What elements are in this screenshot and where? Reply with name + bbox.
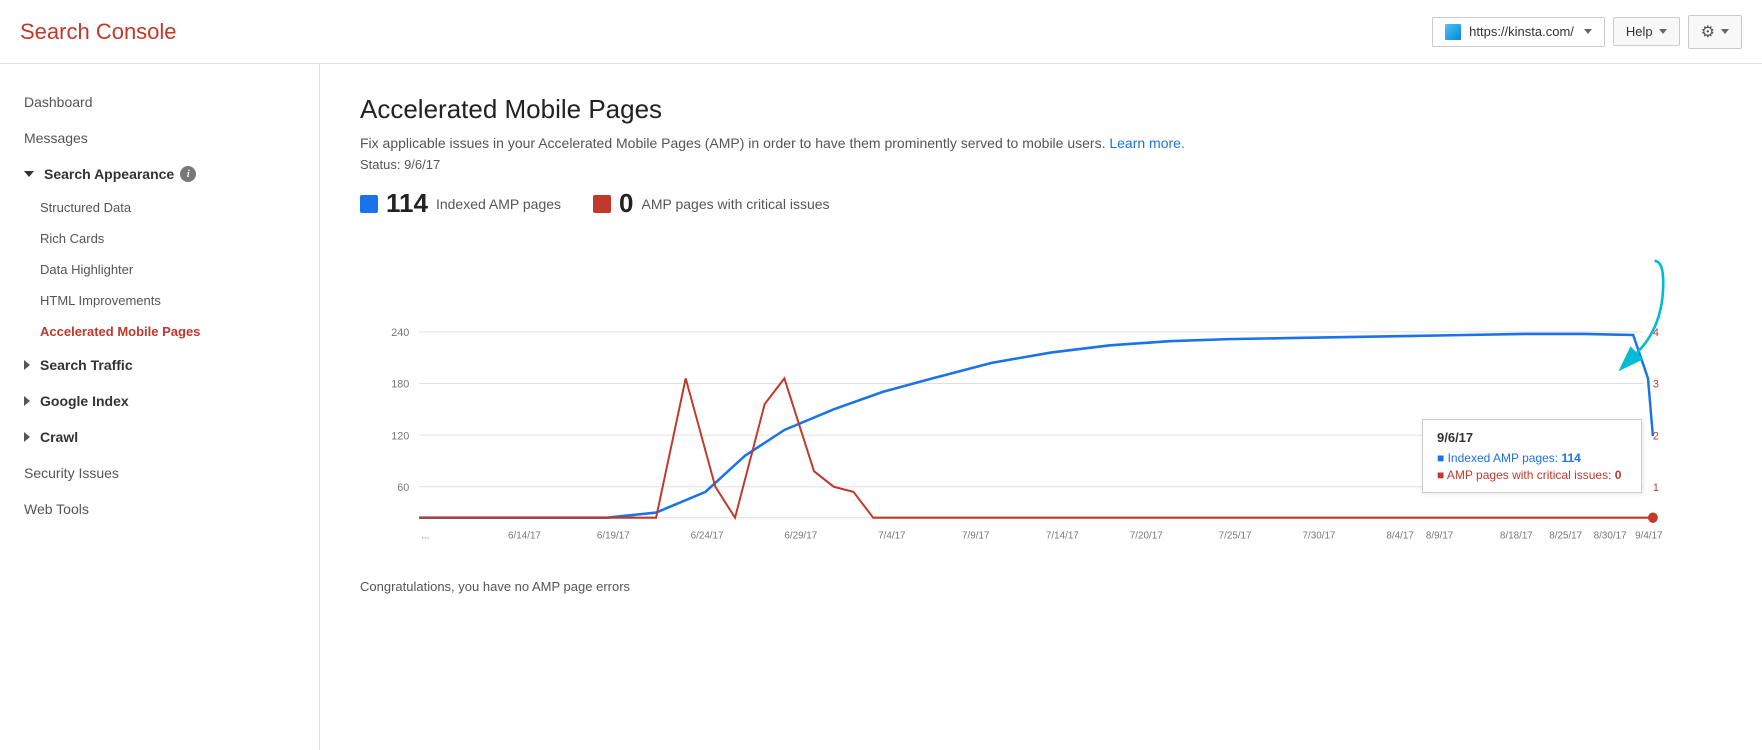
svg-text:3: 3 — [1653, 378, 1659, 390]
chart-svg: 240 180 120 60 1 2 3 4 ... 6/14/17 6/19/… — [360, 239, 1722, 559]
svg-text:...: ... — [421, 530, 429, 541]
svg-text:8/25/17: 8/25/17 — [1549, 530, 1582, 541]
site-selector-button[interactable]: https://kinsta.com/ — [1432, 17, 1605, 47]
info-icon: i — [180, 166, 196, 182]
settings-chevron-icon — [1721, 29, 1729, 34]
chart-container: 240 180 120 60 1 2 3 4 ... 6/14/17 6/19/… — [360, 239, 1722, 559]
svg-text:6/19/17: 6/19/17 — [597, 530, 630, 541]
sidebar-item-data-highlighter[interactable]: Data Highlighter — [0, 254, 319, 285]
tooltip-blue-line: ■ Indexed AMP pages: 114 — [1437, 451, 1627, 465]
svg-text:2: 2 — [1653, 430, 1659, 442]
tooltip-red-text: AMP pages with critical issues: — [1447, 468, 1612, 482]
tooltip-red-line: ■ AMP pages with critical issues: 0 — [1437, 468, 1627, 482]
sidebar-item-structured-data[interactable]: Structured Data — [0, 192, 319, 223]
sidebar-section-google-index[interactable]: Google Index — [0, 383, 319, 419]
site-selector-chevron-icon — [1584, 29, 1592, 34]
sidebar-item-security-issues[interactable]: Security Issues — [0, 455, 319, 491]
indexed-label: Indexed AMP pages — [436, 196, 561, 212]
svg-text:6/29/17: 6/29/17 — [784, 530, 817, 541]
svg-text:6/14/17: 6/14/17 — [508, 530, 541, 541]
svg-text:7/30/17: 7/30/17 — [1303, 530, 1336, 541]
sidebar-item-html-improvements[interactable]: HTML Improvements — [0, 285, 319, 316]
settings-button[interactable]: ⚙ — [1688, 15, 1742, 49]
svg-text:6/24/17: 6/24/17 — [691, 530, 724, 541]
sidebar: Dashboard Messages Search Appearance i S… — [0, 64, 320, 750]
sidebar-item-rich-cards[interactable]: Rich Cards — [0, 223, 319, 254]
help-label: Help — [1626, 24, 1653, 39]
search-appearance-arrow-icon — [24, 171, 34, 177]
sidebar-item-dashboard[interactable]: Dashboard — [0, 84, 319, 120]
teal-arrow-icon — [1602, 249, 1672, 369]
svg-text:180: 180 — [391, 378, 409, 390]
main-content: Accelerated Mobile Pages Fix applicable … — [320, 64, 1762, 750]
legend-item-indexed: 114 Indexed AMP pages — [360, 188, 561, 219]
svg-text:9/4/17: 9/4/17 — [1635, 530, 1663, 541]
svg-text:8/9/17: 8/9/17 — [1426, 530, 1454, 541]
indexed-count: 114 — [386, 188, 428, 219]
sidebar-item-amp[interactable]: Accelerated Mobile Pages — [0, 316, 319, 347]
crawl-arrow-icon — [24, 432, 30, 442]
critical-label: AMP pages with critical issues — [641, 196, 829, 212]
header-controls: https://kinsta.com/ Help ⚙ — [1432, 15, 1742, 49]
svg-text:7/4/17: 7/4/17 — [878, 530, 906, 541]
tooltip-red-label: ■ — [1437, 468, 1447, 482]
learn-more-link[interactable]: Learn more. — [1109, 135, 1184, 151]
sidebar-section-search-traffic[interactable]: Search Traffic — [0, 347, 319, 383]
chart-tooltip: 9/6/17 ■ Indexed AMP pages: 114 ■ AMP pa… — [1422, 419, 1642, 493]
layout: Dashboard Messages Search Appearance i S… — [0, 64, 1762, 750]
tooltip-blue-value: 114 — [1561, 451, 1580, 465]
tooltip-red-value: 0 — [1615, 468, 1622, 482]
sidebar-item-web-tools[interactable]: Web Tools — [0, 491, 319, 527]
tooltip-date: 9/6/17 — [1437, 430, 1627, 445]
help-button[interactable]: Help — [1613, 17, 1680, 46]
svg-text:7/25/17: 7/25/17 — [1219, 530, 1252, 541]
sidebar-section-search-appearance[interactable]: Search Appearance i — [0, 156, 319, 192]
critical-count: 0 — [619, 188, 633, 219]
app-logo: Search Console — [20, 19, 177, 45]
sidebar-item-messages[interactable]: Messages — [0, 120, 319, 156]
congratulations-message: Congratulations, you have no AMP page er… — [360, 579, 1722, 594]
site-url-label: https://kinsta.com/ — [1469, 24, 1574, 39]
svg-text:7/9/17: 7/9/17 — [962, 530, 990, 541]
svg-text:7/20/17: 7/20/17 — [1130, 530, 1163, 541]
chart-legend: 114 Indexed AMP pages 0 AMP pages with c… — [360, 188, 1722, 219]
svg-text:120: 120 — [391, 430, 409, 442]
page-description: Fix applicable issues in your Accelerate… — [360, 135, 1722, 151]
svg-text:60: 60 — [397, 482, 409, 494]
svg-text:7/14/17: 7/14/17 — [1046, 530, 1079, 541]
help-chevron-icon — [1659, 29, 1667, 34]
svg-text:240: 240 — [391, 327, 409, 339]
svg-text:1: 1 — [1653, 482, 1659, 494]
google-index-arrow-icon — [24, 396, 30, 406]
svg-text:8/18/17: 8/18/17 — [1500, 530, 1533, 541]
site-icon — [1445, 24, 1461, 40]
search-traffic-arrow-icon — [24, 360, 30, 370]
sidebar-section-crawl[interactable]: Crawl — [0, 419, 319, 455]
svg-text:8/4/17: 8/4/17 — [1386, 530, 1414, 541]
page-title: Accelerated Mobile Pages — [360, 94, 1722, 125]
status-line: Status: 9/6/17 — [360, 157, 1722, 172]
legend-item-critical: 0 AMP pages with critical issues — [593, 188, 830, 219]
header: Search Console https://kinsta.com/ Help … — [0, 0, 1762, 64]
svg-text:8/30/17: 8/30/17 — [1594, 530, 1627, 541]
legend-blue-box — [360, 195, 378, 213]
page-description-text: Fix applicable issues in your Accelerate… — [360, 135, 1105, 151]
tooltip-blue-label: ■ — [1437, 451, 1448, 465]
gear-icon: ⚙ — [1701, 22, 1715, 42]
legend-red-box — [593, 195, 611, 213]
tooltip-blue-text: Indexed AMP pages: — [1448, 451, 1559, 465]
